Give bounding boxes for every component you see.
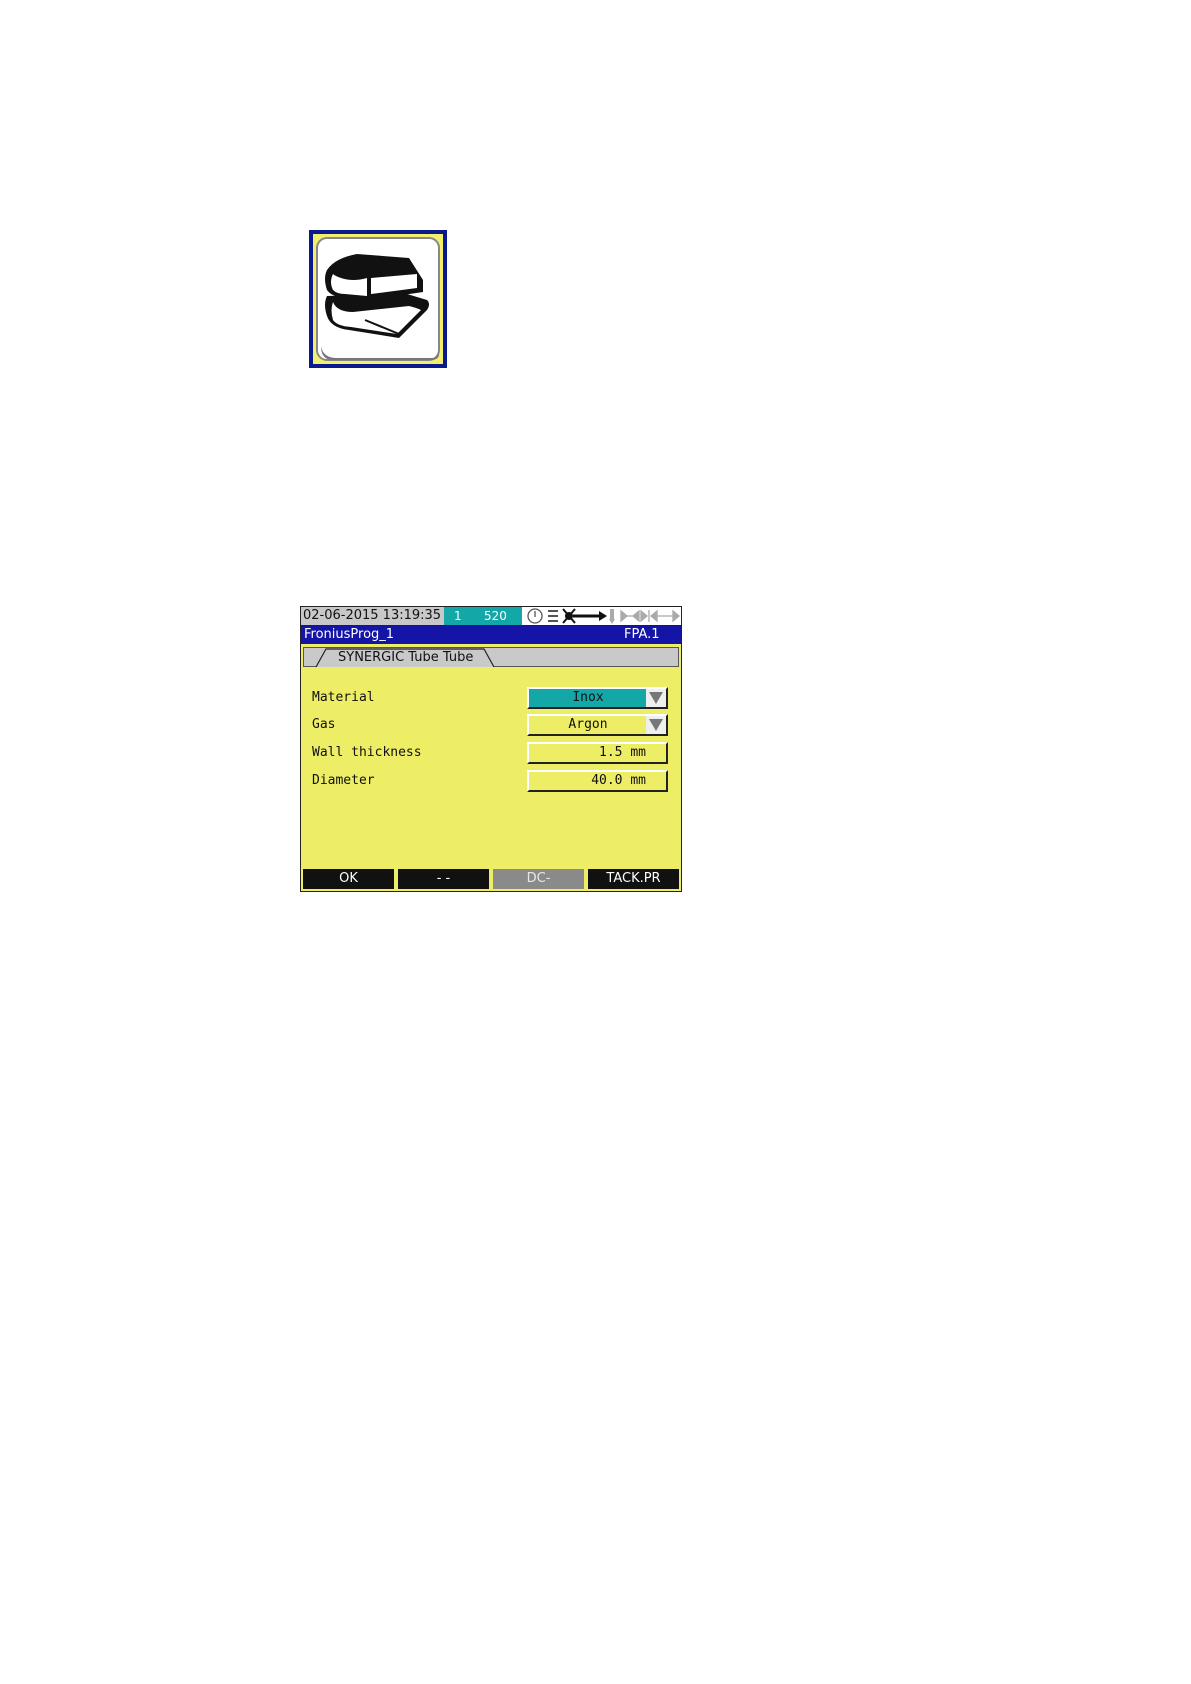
diameter-label: Diameter <box>312 773 375 788</box>
title-bar: FroniusProg_1 FPA.1 <box>301 626 681 644</box>
wall-thickness-value: 1.5 mm <box>599 745 646 760</box>
material-label: Material <box>312 690 375 705</box>
dc-minus-softkey[interactable]: DC- <box>493 869 584 889</box>
program-name: FroniusProg_1 <box>304 627 395 642</box>
diameter-value: 40.0 mm <box>591 773 646 788</box>
wire-feed-icon <box>562 608 607 624</box>
torch-icon <box>609 609 615 624</box>
chevron-down-icon[interactable] <box>646 689 666 707</box>
wall-thickness-field[interactable]: 1.5 mm <box>527 742 668 764</box>
gas-value: Argon <box>568 717 608 732</box>
wall-thickness-label: Wall thickness <box>312 745 422 760</box>
clock-icon <box>527 608 543 624</box>
status-bar: 02-06-2015 13:19:35 1 520 <box>301 607 681 626</box>
diameter-field[interactable]: 40.0 mm <box>527 770 668 792</box>
tack-pr-softkey[interactable]: TACK.PR <box>588 869 679 889</box>
dash-softkey[interactable]: - - <box>398 869 489 889</box>
tab-strip: SYNERGIC Tube Tube <box>303 647 679 668</box>
gas-label: Gas <box>312 717 336 732</box>
job-number: 1 <box>454 609 462 623</box>
gas-select[interactable]: Argon <box>527 714 668 736</box>
program-code: FPA.1 <box>624 627 660 642</box>
material-value: Inox <box>572 690 604 705</box>
book-stack-icon <box>309 230 447 368</box>
softkey-bar: OK - - DC- TACK.PR <box>301 867 681 891</box>
status-value: 520 <box>484 609 507 623</box>
status-job-panel: 1 520 <box>444 607 522 625</box>
material-select[interactable]: Inox <box>527 687 668 709</box>
ok-softkey[interactable]: OK <box>303 869 394 889</box>
menu-lines-icon <box>548 610 558 622</box>
tab-synergic-tube[interactable]: SYNERGIC Tube Tube <box>338 649 473 666</box>
status-datetime: 02-06-2015 13:19:35 <box>301 607 444 625</box>
transport-arrows-icon <box>620 609 681 623</box>
welding-display-screen: 02-06-2015 13:19:35 1 520 FroniusProg_1 … <box>300 606 682 892</box>
chevron-down-icon[interactable] <box>646 716 666 734</box>
